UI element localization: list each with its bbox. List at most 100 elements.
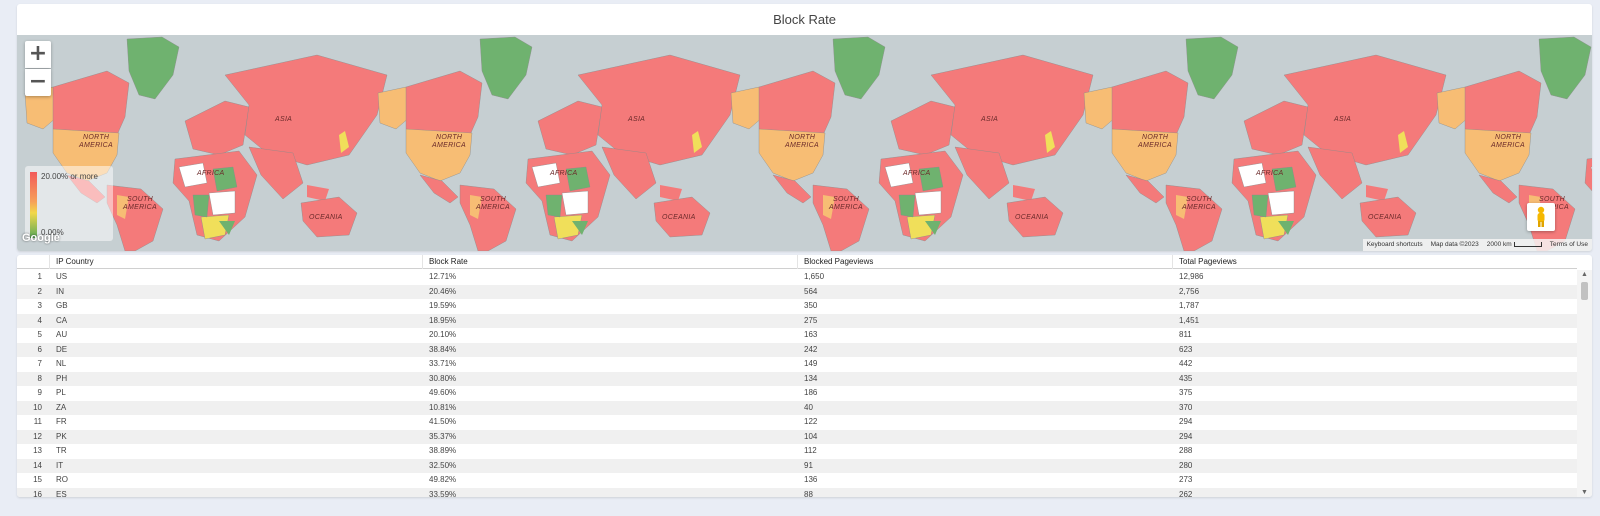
cell-total-pageviews: 435 — [1179, 373, 1193, 383]
cell-ip-country: ZA — [56, 402, 67, 412]
column-header-total-pageviews[interactable]: Total Pageviews — [1173, 255, 1577, 269]
cell-blocked-pageviews: 350 — [804, 301, 818, 310]
cell-block-rate: 41.50% — [429, 417, 457, 426]
table-row[interactable]: 8 PH 30.80% 134 435 — [17, 371, 1577, 386]
row-number: 3 — [37, 301, 42, 310]
table-scrollbar[interactable]: ▲ ▼ — [1577, 270, 1592, 497]
geo-chart-panel: Block Rate NORTH AMERICA OCEANIA + − 20.… — [17, 4, 1592, 251]
zoom-out-button[interactable]: − — [25, 69, 51, 96]
cell-total-pageviews: 370 — [1179, 402, 1193, 412]
row-number: 9 — [37, 388, 42, 397]
cell-total-pageviews: 262 — [1179, 489, 1193, 498]
table-row[interactable]: 10 ZA 10.81% 40 370 — [17, 400, 1577, 415]
table-row[interactable]: 6 DE 38.84% 242 623 — [17, 342, 1577, 357]
table-row[interactable]: 3 GB 19.59% 350 1,787 — [17, 299, 1577, 314]
row-number: 6 — [37, 344, 42, 354]
cell-blocked-pageviews: 275 — [804, 315, 818, 325]
table-row[interactable]: 9 PL 49.60% 186 375 — [17, 386, 1577, 401]
scrollbar-thumb[interactable] — [1581, 282, 1588, 300]
row-number: 12 — [33, 431, 42, 441]
cell-total-pageviews: 1,787 — [1179, 301, 1200, 310]
cell-block-rate: 20.10% — [429, 330, 457, 339]
cell-total-pageviews: 1,451 — [1179, 315, 1200, 325]
cell-block-rate: 35.37% — [429, 431, 457, 441]
cell-total-pageviews: 294 — [1179, 431, 1193, 441]
cell-ip-country: PK — [56, 431, 67, 441]
cell-blocked-pageviews: 112 — [804, 446, 817, 455]
cell-blocked-pageviews: 88 — [804, 489, 813, 498]
table-row[interactable]: 14 IT 32.50% 91 280 — [17, 458, 1577, 473]
cell-ip-country: IT — [56, 460, 64, 470]
cell-ip-country: RO — [56, 475, 68, 484]
world-map[interactable]: ASIA NORTH AMERICA AFRICA SOUTH AMERICA … — [17, 35, 1592, 251]
cell-total-pageviews: 375 — [1179, 388, 1193, 397]
scale-bar — [1513, 241, 1542, 247]
table-row[interactable]: 16 ES 33.59% 88 262 — [17, 487, 1577, 498]
country-table-panel: IP Country Block Rate Blocked Pageviews … — [17, 255, 1592, 497]
cell-block-rate: 18.95% — [429, 315, 457, 325]
row-number: 4 — [37, 315, 42, 325]
legend-gradient-bar — [30, 172, 37, 238]
cell-ip-country: TR — [56, 446, 67, 455]
scroll-up-icon[interactable]: ▲ — [1581, 271, 1588, 278]
table-header: IP Country Block Rate Blocked Pageviews … — [17, 255, 1577, 269]
table-row[interactable]: 1 US 12.71% 1,650 12,986 — [17, 270, 1577, 285]
keyboard-shortcuts-link[interactable]: Keyboard shortcuts — [1363, 239, 1427, 251]
cell-block-rate: 30.80% — [429, 373, 457, 383]
table-row[interactable]: 13 TR 38.89% 112 288 — [17, 444, 1577, 459]
cell-block-rate: 20.46% — [429, 286, 457, 296]
cell-ip-country: DE — [56, 344, 68, 354]
column-header-block-rate[interactable]: Block Rate — [423, 255, 798, 269]
cell-ip-country: NL — [56, 359, 67, 368]
row-number: 2 — [37, 286, 42, 296]
world-map-tile — [377, 36, 741, 251]
table-body: 1 US 12.71% 1,650 12,986 2 IN 20.46% 564 2,756 3 GB… — [17, 270, 1577, 497]
cell-ip-country: AU — [56, 330, 68, 339]
cell-block-rate: 49.60% — [429, 388, 457, 397]
cell-ip-country: PH — [56, 373, 68, 383]
cell-total-pageviews: 288 — [1179, 446, 1193, 455]
world-map-tile — [1436, 36, 1592, 251]
column-header-ip-country[interactable]: IP Country — [50, 255, 423, 269]
row-number: 15 — [33, 475, 42, 484]
table-row[interactable]: 4 CA 18.95% 275 1,451 — [17, 313, 1577, 328]
cell-blocked-pageviews: 40 — [804, 402, 813, 412]
cell-total-pageviews: 2,756 — [1179, 286, 1200, 296]
pegman-icon — [1537, 206, 1545, 227]
cell-blocked-pageviews: 136 — [804, 475, 818, 484]
cell-total-pageviews: 12,986 — [1179, 272, 1204, 281]
row-number: 8 — [37, 373, 42, 383]
scroll-down-icon[interactable]: ▼ — [1581, 489, 1588, 496]
street-view-pegman-button[interactable] — [1527, 203, 1555, 231]
cell-block-rate: 32.50% — [429, 460, 457, 470]
table-row[interactable]: 5 AU 20.10% 163 811 — [17, 328, 1577, 343]
row-number-header — [17, 255, 50, 269]
cell-ip-country: IN — [56, 286, 64, 296]
cell-blocked-pageviews: 149 — [804, 359, 818, 368]
cell-block-rate: 33.71% — [429, 359, 457, 368]
cell-ip-country: ES — [56, 489, 67, 498]
cell-ip-country: FR — [56, 417, 67, 426]
table-row[interactable]: 7 NL 33.71% 149 442 — [17, 357, 1577, 372]
column-header-blocked-pageviews[interactable]: Blocked Pageviews — [798, 255, 1173, 269]
row-number: 10 — [33, 402, 42, 412]
zoom-in-button[interactable]: + — [25, 41, 51, 68]
table-row[interactable]: 2 IN 20.46% 564 2,756 — [17, 284, 1577, 299]
cell-total-pageviews: 294 — [1179, 417, 1193, 426]
row-number: 11 — [33, 417, 42, 426]
row-number: 14 — [33, 460, 42, 470]
terms-of-use-link[interactable]: Terms of Use — [1546, 239, 1592, 251]
cell-ip-country: GB — [56, 301, 68, 310]
map-data-text: Map data ©2023 — [1430, 241, 1479, 248]
cell-ip-country: CA — [56, 315, 68, 325]
cell-block-rate: 33.59% — [429, 489, 457, 498]
table-row[interactable]: 15 RO 49.82% 136 273 — [17, 473, 1577, 488]
scale-label: 2000 km — [1486, 241, 1512, 248]
table-row[interactable]: 11 FR 41.50% 122 294 — [17, 415, 1577, 430]
cell-block-rate: 19.59% — [429, 301, 457, 310]
cell-block-rate: 38.89% — [429, 446, 457, 455]
map-tiles — [24, 36, 1592, 251]
table-row[interactable]: 12 PK 35.37% 104 294 — [17, 429, 1577, 444]
cell-ip-country: US — [56, 272, 68, 281]
row-number: 7 — [37, 359, 42, 368]
